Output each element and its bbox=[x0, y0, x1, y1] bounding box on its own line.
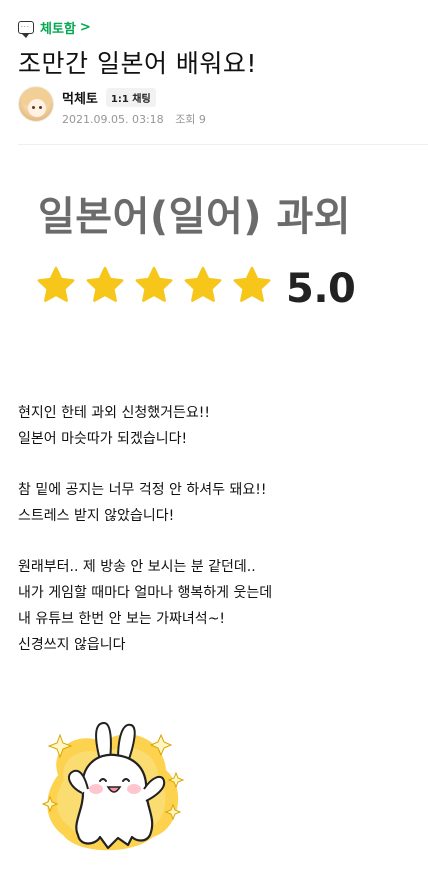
text-line: 참 밑에 공지는 너무 걱정 안 하셔두 돼요!! bbox=[18, 482, 267, 498]
text-line: 스트레스 받지 않았습니다! bbox=[18, 508, 175, 524]
star-icon bbox=[37, 266, 75, 302]
rating-stars bbox=[36, 265, 281, 305]
text-line: 일본어 마슷따가 되겠습니다! bbox=[18, 431, 188, 447]
star-icon bbox=[184, 266, 222, 302]
chevron-right-icon: > bbox=[79, 20, 91, 35]
paragraph: 참 밑에 공지는 너무 걱정 안 하셔두 돼요!! 스트레스 받지 않았습니다! bbox=[18, 477, 418, 529]
star-icon bbox=[86, 266, 124, 302]
hero-title: 일본어(일어) 과외 bbox=[38, 194, 352, 240]
post-body: 현지인 한테 과외 신청했거든요!! 일본어 마슷따가 되겠습니다! 참 밑에 공지… bbox=[18, 400, 418, 683]
author-name[interactable]: 먹체토 bbox=[62, 88, 98, 107]
star-icon bbox=[233, 266, 271, 302]
text-line: 현지인 한테 과외 신청했거든요!! bbox=[18, 405, 211, 421]
board-label: 체토함 bbox=[40, 22, 76, 37]
chat-bubble-icon: ··· bbox=[18, 21, 34, 38]
text-line: 내가 게임할 때마다 얼마나 행복하게 웃는데 bbox=[18, 585, 273, 601]
rating-value: 5.0 bbox=[286, 266, 356, 312]
star-icon bbox=[135, 266, 173, 302]
board-link[interactable]: ··· 체토함 > bbox=[18, 18, 91, 38]
paragraph: 원래부터.. 제 방송 안 보시는 분 같던데.. 내가 게임할 때마다 얼마나 … bbox=[18, 554, 418, 658]
text-line: 원래부터.. 제 방송 안 보시는 분 같던데.. bbox=[18, 559, 256, 575]
avatar[interactable] bbox=[18, 86, 54, 122]
text-line: 신경쓰지 않읍니다 bbox=[18, 637, 126, 653]
view-count: 조회 9 bbox=[175, 113, 206, 126]
post-date: 2021.09.05. 03:18 bbox=[62, 113, 164, 126]
post-meta: 2021.09.05. 03:18 조회 9 bbox=[62, 111, 214, 127]
text-line: 내 유튜브 한번 안 보는 가짜녀석~! bbox=[18, 611, 226, 627]
author-row: 먹체토 1:1 채팅 bbox=[62, 88, 156, 107]
paragraph: 현지인 한테 과외 신청했거든요!! 일본어 마슷따가 되겠습니다! bbox=[18, 400, 418, 452]
bunny-sticker bbox=[41, 721, 185, 851]
chat-button[interactable]: 1:1 채팅 bbox=[105, 88, 156, 107]
divider bbox=[18, 144, 428, 145]
post-title: 조만간 일본어 배워요! bbox=[18, 49, 257, 78]
